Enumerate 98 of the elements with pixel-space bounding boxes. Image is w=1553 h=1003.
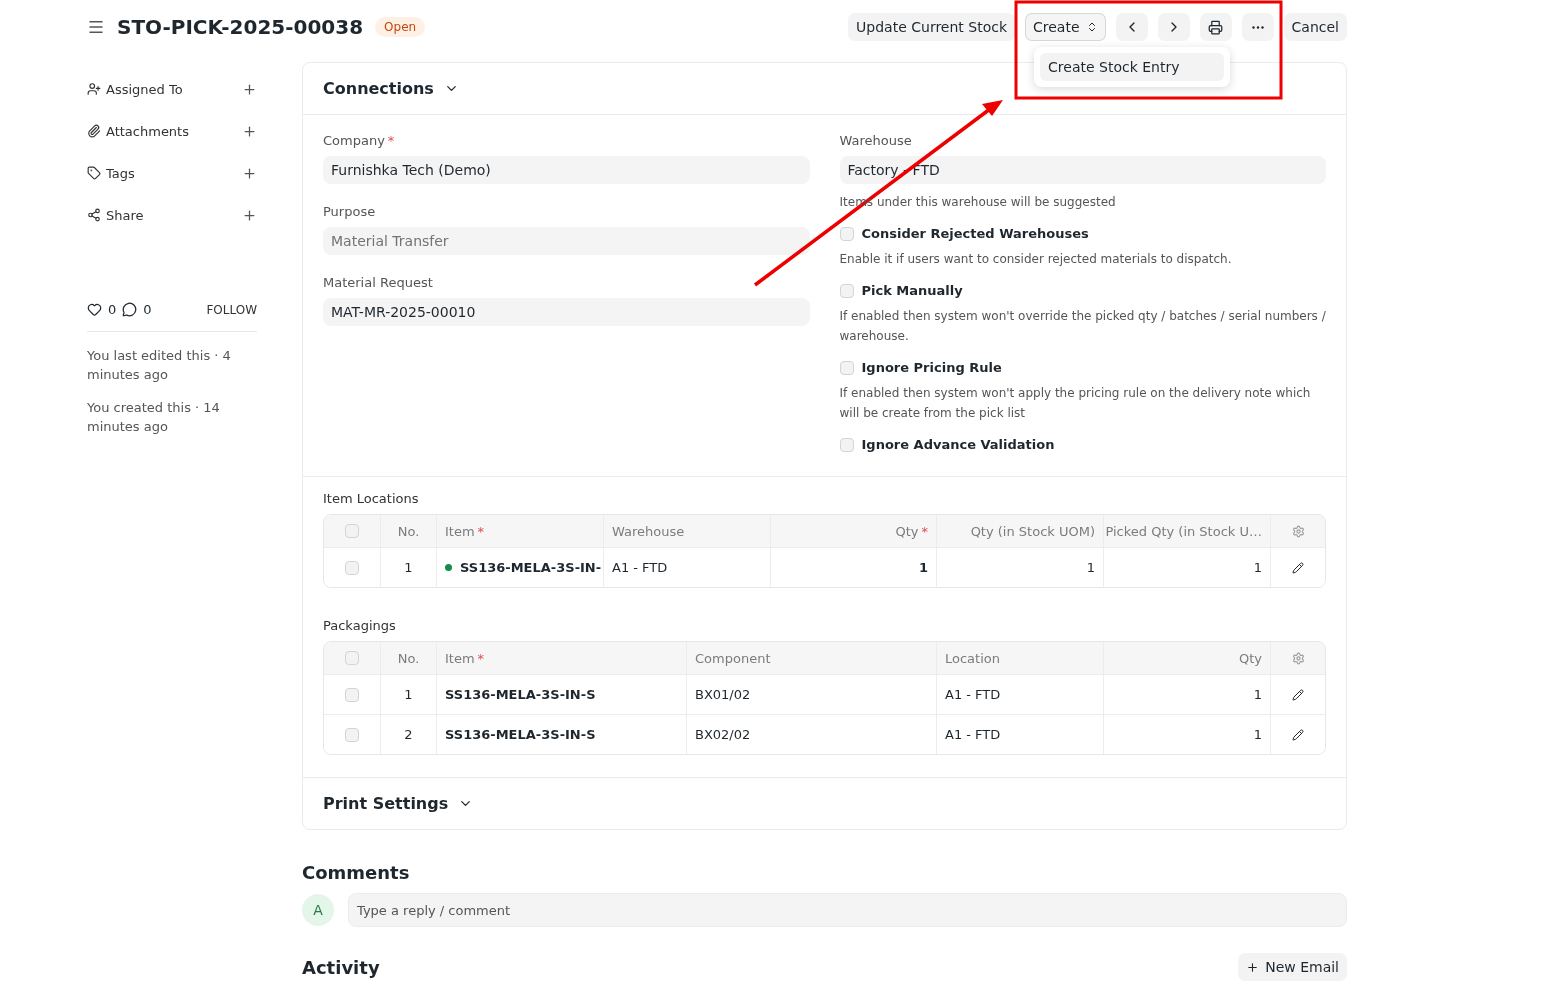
column-header: Item * [445,523,485,539]
checkbox-label: Ignore Advance Validation [861,437,1055,452]
field-label: Material Request [323,275,434,290]
edit-icon[interactable] [1292,728,1304,741]
input-field[interactable]: MAT-MR-2025-00010 [323,298,810,326]
table-cell: BX02/02 [695,727,751,742]
next-button[interactable] [1157,13,1190,41]
timeline-entry: You created this · 14 minutes ago [87,399,221,436]
input-field[interactable]: Material Transfer [323,227,810,255]
activity-heading: Activity [302,956,380,978]
table-cell[interactable]: SS136-MELA-3S-IN-S [445,727,596,742]
table-cell: 1 [1086,560,1095,575]
sidebar-item[interactable]: Attachments [106,123,237,139]
column-header: Qty [1238,650,1262,666]
column-header: No. [397,523,420,539]
status-badge: Open [375,17,426,37]
more-button[interactable] [1241,13,1274,41]
printer-icon [1208,19,1224,35]
table-cell: 2 [404,727,413,742]
sidebar-item[interactable]: Tags [106,165,237,181]
field-label: Company * [323,133,396,148]
field-description: If enabled then system won't apply the pricing rule on the delivery note which will be create from the pick list [839,385,1312,422]
timeline-entry: You last edited this · 4 minutes ago [87,347,232,384]
document-title: STO-PICK-2025-00038 [117,15,364,39]
input-field[interactable]: Factory - FTD [839,156,1326,184]
sidebar-item[interactable]: Share [106,207,237,223]
settings-icon[interactable] [1291,524,1305,538]
table-cell: A1 - FTD [945,687,1001,702]
table-cell[interactable]: SS136-MELA-3S-IN- [460,560,602,575]
previous-button[interactable] [1115,13,1148,41]
settings-icon[interactable] [1291,651,1305,665]
table-title: Item Locations [323,491,420,506]
field-label: Purpose [323,204,377,219]
table-cell: BX01/02 [695,687,751,702]
column-header: Location [945,650,1000,666]
checkbox[interactable] [839,226,854,241]
create-dropdown-button[interactable]: Create [1025,13,1106,41]
checkbox-label: Pick Manually [861,283,963,298]
column-header: Warehouse [612,523,685,539]
table-title: Packagings [323,618,397,633]
menu-icon[interactable] [87,18,105,36]
add-icon[interactable] [242,123,257,139]
table-cell: 1 [404,560,413,575]
table-cell: A1 - FTD [945,727,1001,742]
print-button[interactable] [1199,13,1232,41]
add-icon[interactable] [242,165,257,181]
section-title[interactable]: Connections [323,79,434,98]
input-field[interactable]: Furnishka Tech (Demo) [323,156,810,184]
plus-icon [1246,960,1260,974]
checkbox[interactable] [839,360,854,375]
user-add-icon [87,82,101,96]
edit-icon[interactable] [1292,561,1304,574]
comment-icon[interactable] [122,302,138,317]
more-icon [1251,25,1264,29]
like-count: 0 [108,302,117,317]
column-header: Qty (in Stock UOM) [970,523,1095,539]
checkbox[interactable] [839,283,854,298]
avatar: A [302,894,334,926]
new-email-button[interactable]: New Email [1238,953,1347,981]
table-cell: 1 [404,687,413,702]
paperclip-icon [87,124,101,138]
table-cell[interactable]: SS136-MELA-3S-IN-S [445,687,596,702]
sidebar-item[interactable]: Assigned To [106,81,237,97]
field-description: If enabled then system won't override the picked qty / batches / serial numbers / warehouse. [839,308,1326,345]
column-header: No. [397,650,420,666]
table-cell: 1 [1253,687,1262,702]
share-icon [87,208,101,222]
action-button[interactable]: Cancel [1283,13,1347,41]
row-checkbox[interactable] [345,687,359,702]
table-cell: 1 [1253,560,1262,575]
column-header: Component [695,650,771,666]
table-cell: A1 - FTD [612,560,668,575]
column-header: Qty * [895,523,928,539]
column-header: Item * [445,650,485,666]
action-button[interactable]: Update Current Stock [848,13,1016,41]
section-title[interactable]: Print Settings [323,794,449,813]
comment-field[interactable]: Type a reply / comment [348,893,1347,927]
select-all-checkbox[interactable] [345,524,359,538]
heart-icon[interactable] [87,302,102,317]
select-all-checkbox[interactable] [345,651,359,665]
edit-icon[interactable] [1292,688,1304,701]
table-cell: 1 [1253,727,1262,742]
add-icon[interactable] [242,207,257,223]
comments-heading: Comments [302,862,411,883]
menu-item[interactable]: Create Stock Entry [1040,53,1225,81]
follow-link[interactable]: FOLLOW [206,302,257,317]
column-header: Picked Qty (in Stock U… [1105,523,1262,539]
checkbox-label: Ignore Pricing Rule [861,360,1002,375]
table-cell: 1 [918,560,928,575]
checkbox-label: Consider Rejected Warehouses [861,226,1089,241]
row-checkbox[interactable] [345,727,359,742]
tag-icon [87,166,101,180]
field-label: Warehouse [839,133,913,148]
row-checkbox[interactable] [345,560,359,575]
comment-count: 0 [143,302,152,317]
checkbox[interactable] [839,437,854,452]
field-description: Enable it if users want to consider rejected materials to dispatch. [839,251,1233,268]
add-icon[interactable] [242,81,257,97]
